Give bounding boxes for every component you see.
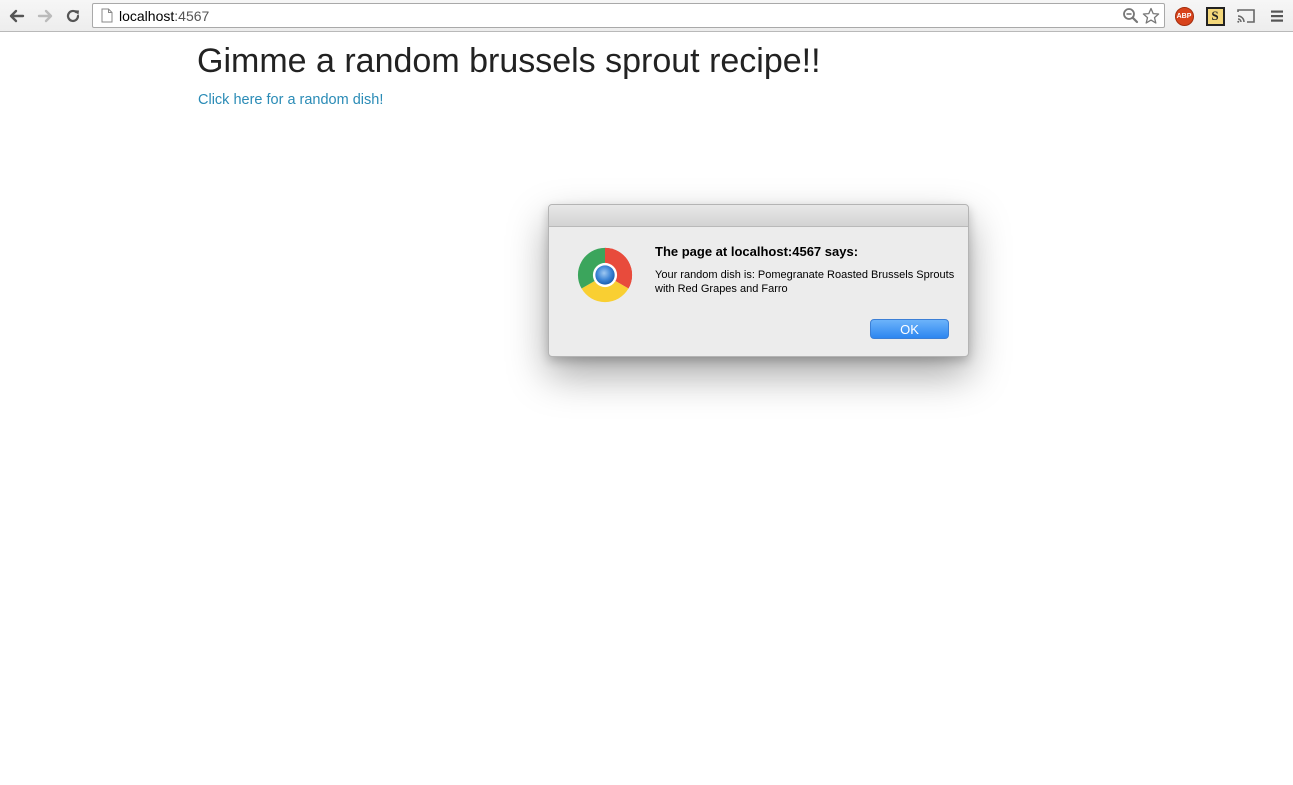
random-dish-link[interactable]: Click here for a random dish! — [198, 92, 383, 108]
page-title: Gimme a random brussels sprout recipe!! — [197, 42, 821, 80]
url-host: localhost — [119, 8, 175, 24]
address-bar[interactable]: localhost:4567 — [92, 3, 1165, 28]
dialog-heading: The page at localhost:4567 says: — [655, 244, 859, 259]
url-port: :4567 — [174, 8, 210, 24]
alert-dialog: The page at localhost:4567 says: Your ra… — [548, 204, 969, 357]
cast-button[interactable] — [1235, 5, 1257, 27]
page-icon — [101, 8, 113, 23]
reload-button[interactable] — [62, 5, 84, 27]
dialog-message: Your random dish is: Pomegranate Roasted… — [655, 269, 955, 295]
adblock-icon: ABP — [1174, 6, 1194, 26]
back-button[interactable] — [6, 5, 28, 27]
chrome-logo-icon — [577, 247, 633, 303]
browser-toolbar: localhost:4567 ABP S — [0, 0, 1293, 32]
s-extension-button[interactable]: S — [1204, 5, 1226, 27]
back-arrow-icon — [9, 9, 25, 23]
url-text[interactable]: localhost:4567 — [119, 8, 209, 24]
dialog-titlebar — [549, 205, 968, 227]
page-content: Gimme a random brussels sprout recipe!! … — [0, 33, 1293, 785]
forward-button[interactable] — [34, 5, 56, 27]
forward-arrow-icon — [37, 9, 53, 23]
cast-icon — [1237, 9, 1255, 23]
chrome-menu-button[interactable] — [1266, 5, 1288, 27]
ok-button[interactable]: OK — [870, 319, 949, 339]
zoom-icon[interactable] — [1122, 7, 1139, 24]
hamburger-menu-icon — [1271, 10, 1283, 22]
adblock-extension-button[interactable]: ABP — [1173, 5, 1195, 27]
s-extension-icon: S — [1205, 6, 1225, 26]
reload-icon — [66, 9, 80, 23]
star-icon[interactable] — [1142, 7, 1160, 25]
